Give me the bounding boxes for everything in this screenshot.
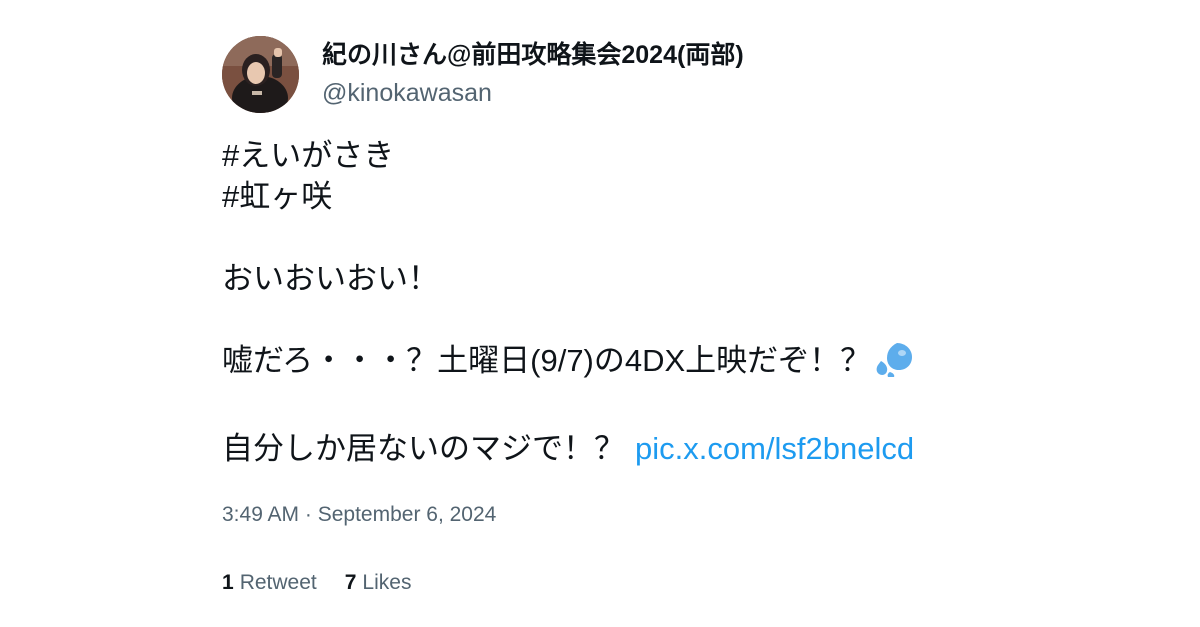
retweet-count: 1 xyxy=(222,571,234,594)
likes-stat[interactable]: 7 Likes xyxy=(345,570,412,596)
author-names: 紀の川さん@前田攻略集会2024(両部) @kinokawasan xyxy=(322,39,744,109)
sweat-droplets-icon xyxy=(875,341,915,387)
tweet-line-jibun-text: 自分しか居ないのマジで！？ xyxy=(222,431,625,466)
tweet-card: 紀の川さん@前田攻略集会2024(両部) @kinokawasan #えいがさき… xyxy=(222,35,982,596)
hashtag-eigasaki[interactable]: #えいがさき xyxy=(222,135,982,176)
hashtag-nijigasaki[interactable]: #虹ヶ咲 xyxy=(222,176,982,217)
tweet-line-oioi: おいおいおい！ xyxy=(222,261,439,296)
tweet-header: 紀の川さん@前田攻略集会2024(両部) @kinokawasan xyxy=(222,35,982,113)
tweet-line-4dx: 嘘だろ・・・？土曜日(9/7)の4DX上映だぞ！？ xyxy=(222,340,982,387)
avatar[interactable] xyxy=(222,35,299,113)
author-display-name[interactable]: 紀の川さん@前田攻略集会2024(両部) xyxy=(322,39,744,71)
retweet-label: Retweet xyxy=(239,571,317,594)
tweet-stats: 1 Retweet 7 Likes xyxy=(222,570,982,596)
likes-label: Likes xyxy=(362,571,412,594)
tweet-line-jibun: 自分しか居ないのマジで！？ pic.x.com/lsf2bnelcd xyxy=(222,428,982,469)
tweet-timestamp[interactable]: 3:49 AM · September 6, 2024 xyxy=(222,502,982,528)
author-handle[interactable]: @kinokawasan xyxy=(322,77,744,109)
tweet-text: #えいがさき #虹ヶ咲 おいおいおい！ 嘘だろ・・・？土曜日(9/7)の4DX上… xyxy=(222,135,982,469)
media-link[interactable]: pic.x.com/lsf2bnelcd xyxy=(635,431,914,466)
avatar-image xyxy=(222,35,299,113)
likes-count: 7 xyxy=(344,571,357,594)
tweet-line-4dx-text: 嘘だろ・・・？土曜日(9/7)の4DX上映だぞ！？ xyxy=(222,343,872,378)
retweet-stat[interactable]: 1 Retweet xyxy=(222,570,317,596)
